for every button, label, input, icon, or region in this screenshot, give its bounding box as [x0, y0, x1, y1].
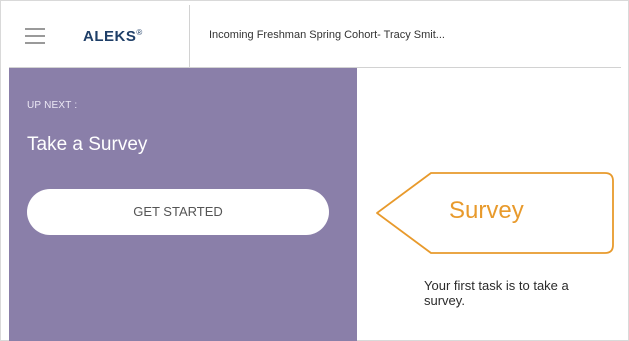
up-next-label: UP NEXT : — [27, 100, 78, 111]
hamburger-menu-icon[interactable] — [25, 28, 45, 44]
survey-label: Survey — [449, 197, 524, 224]
logo-text: ALEKS — [83, 28, 137, 45]
app-window: ALEKS® Incoming Freshman Spring Cohort- … — [0, 0, 629, 341]
top-bar: ALEKS® Incoming Freshman Spring Cohort- … — [9, 5, 621, 68]
get-started-button[interactable]: GET STARTED — [27, 189, 329, 235]
task-title: Take a Survey — [27, 134, 148, 155]
task-description: Your first task is to take a survey. — [424, 278, 569, 308]
header-divider — [189, 5, 190, 67]
up-next-panel: UP NEXT : Take a Survey GET STARTED — [9, 68, 357, 341]
aleks-logo[interactable]: ALEKS® — [83, 28, 143, 45]
logo-registered-mark: ® — [136, 28, 143, 37]
class-title[interactable]: Incoming Freshman Spring Cohort- Tracy S… — [209, 29, 445, 41]
